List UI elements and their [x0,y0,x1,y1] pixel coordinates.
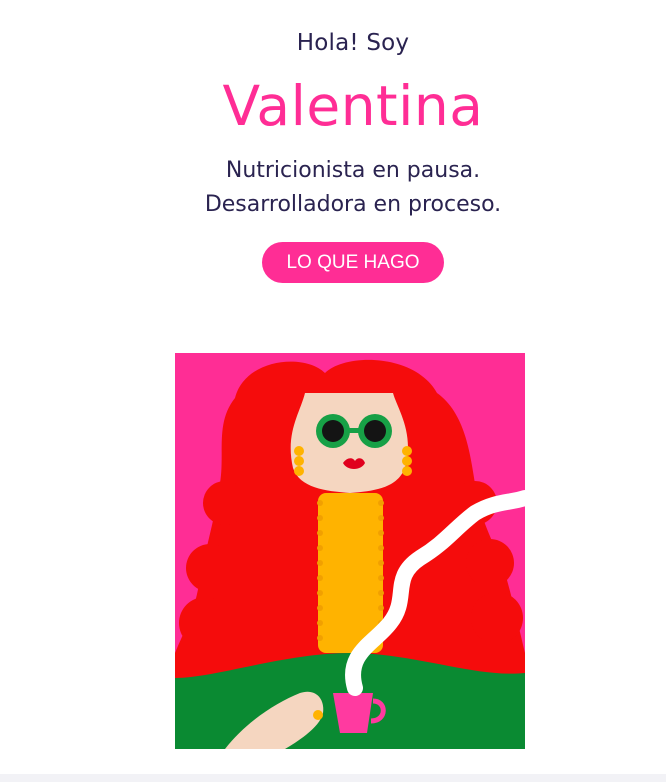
tagline: Nutricionista en pausa. Desarrolladora e… [0,154,666,222]
lo-que-hago-button[interactable]: LO QUE HAGO [262,242,444,283]
greeting-text: Hola! Soy [296,30,410,56]
hero-name: Valentina [222,74,484,138]
tagline-line-1: Nutricionista en pausa. [225,158,481,183]
woman-with-coffee-illustration [175,353,525,749]
page: Hola! Soy Valentina Nutricionista en pau… [0,0,666,782]
tagline-line-2: Desarrolladora en proceso. [204,192,502,217]
footer-divider [0,774,666,782]
